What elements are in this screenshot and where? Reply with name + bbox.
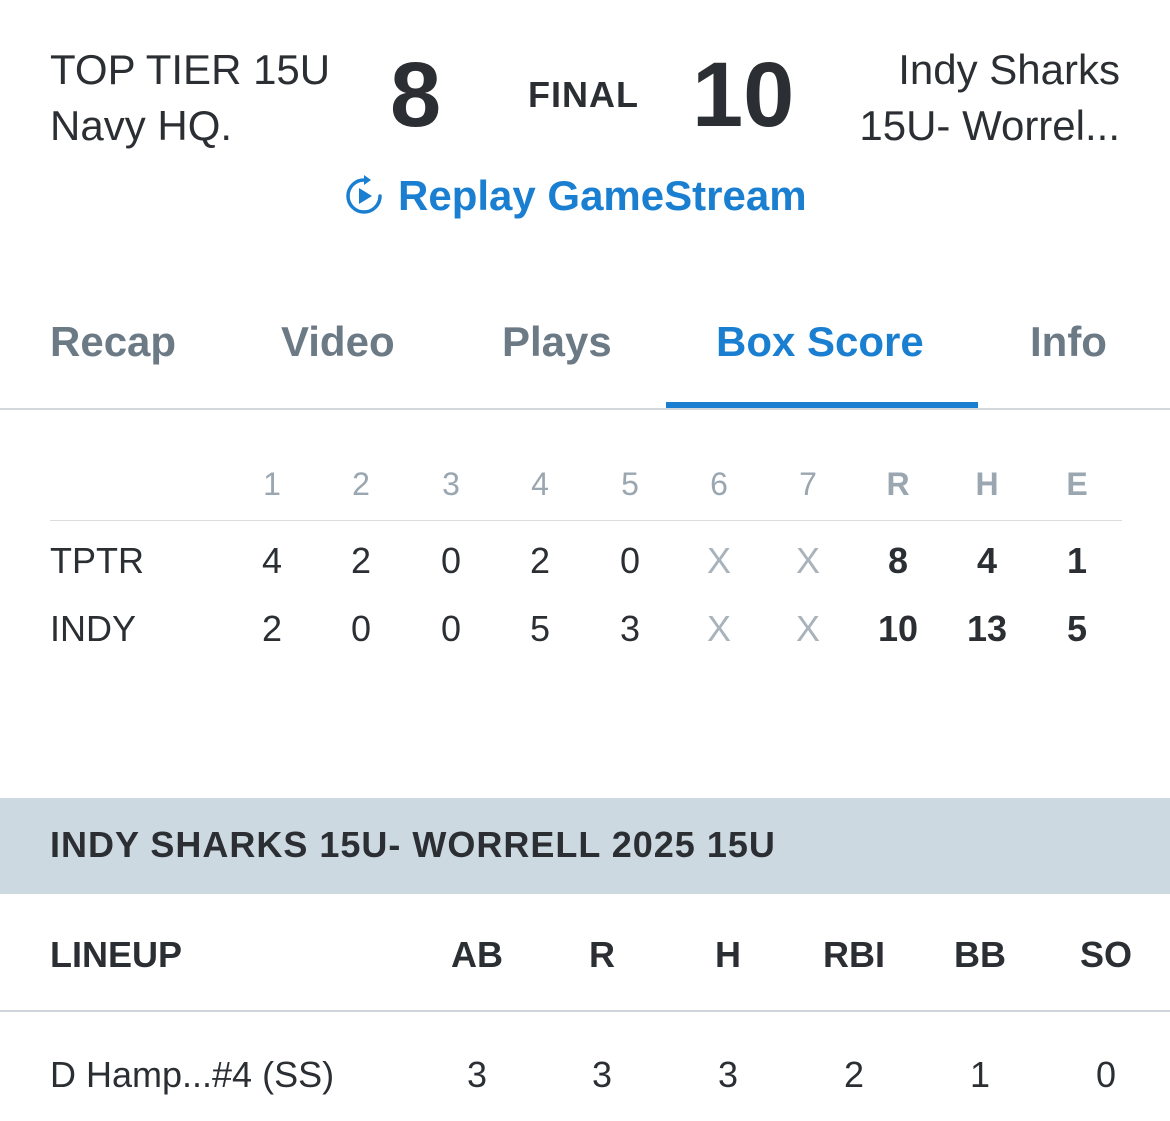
inning-score: 3 (619, 608, 641, 649)
tab-info[interactable]: Info (1030, 318, 1107, 406)
inning-score: 0 (440, 540, 462, 581)
errors-header: E (1066, 466, 1088, 502)
inning-score: X (706, 608, 731, 649)
stat-value: 3 (466, 1054, 488, 1095)
tab-recap[interactable]: Recap (50, 318, 176, 406)
errors-total: 1 (1066, 540, 1088, 581)
replay-gamestream-link[interactable]: Replay GameStream (342, 172, 807, 220)
lineup-column-header: LINEUP (50, 934, 183, 975)
inning-score: 2 (261, 608, 283, 649)
runs-total: 10 (877, 608, 919, 649)
inning-header: 5 (621, 466, 639, 502)
home-team-name-line2: 15U- Worrel... (859, 102, 1120, 149)
stat-value: 1 (969, 1054, 991, 1095)
linescore-row-home[interactable]: INDY 2 0 0 5 3 X X 10 13 5 (50, 592, 1122, 660)
home-team-name[interactable]: Indy Sharks 15U- Worrel... (859, 42, 1120, 154)
inning-score: 5 (529, 608, 551, 649)
inning-score: 2 (529, 540, 551, 581)
tab-video[interactable]: Video (281, 318, 395, 406)
inning-header: 7 (799, 466, 817, 502)
table-row[interactable]: D Hamp...#4 (SS) 3 3 3 2 1 0 (0, 1012, 1170, 1121)
inning-header: 2 (352, 466, 370, 502)
inning-score: X (706, 540, 731, 581)
team-abbr: INDY (50, 608, 137, 649)
inning-header: 4 (531, 466, 549, 502)
active-tab-indicator (666, 402, 978, 408)
inning-score: 0 (440, 608, 462, 649)
away-team-name-line2: Navy HQ. (50, 102, 233, 149)
linescore-header: 1 2 3 4 5 6 7 R H E (50, 450, 1122, 521)
stat-column-header: SO (1079, 934, 1132, 975)
hits-total: 4 (976, 540, 998, 581)
stat-value: 3 (717, 1054, 739, 1095)
replay-icon (346, 175, 382, 214)
stat-value: 3 (591, 1054, 613, 1095)
linescore-row-away[interactable]: TPTR 4 2 0 2 0 X X 8 4 1 (50, 524, 1122, 592)
stat-column-header: BB (954, 934, 1006, 975)
inning-score: 0 (619, 540, 641, 581)
tab-bar: Recap Video Plays Box Score Info (0, 300, 1170, 410)
tab-plays[interactable]: Plays (502, 318, 612, 406)
inning-score: X (795, 540, 820, 581)
runs-total: 8 (887, 540, 909, 581)
away-team-name[interactable]: TOP TIER 15U Navy HQ. (50, 42, 330, 154)
away-team-name-line1: TOP TIER 15U (50, 46, 331, 93)
stat-column-header: AB (451, 934, 503, 975)
game-header: TOP TIER 15U Navy HQ. 8 FINAL 10 Indy Sh… (0, 0, 1170, 260)
tab-box-score[interactable]: Box Score (716, 318, 924, 406)
inning-score: X (795, 608, 820, 649)
inning-header: 6 (710, 466, 728, 502)
inning-score: 4 (261, 540, 283, 581)
hits-total: 13 (966, 608, 1008, 649)
inning-header: 3 (442, 466, 460, 502)
home-score: 10 (692, 44, 795, 146)
batting-stats-header: LINEUP AB R H RBI BB SO (0, 896, 1170, 1012)
home-team-name-line1: Indy Sharks (898, 46, 1120, 93)
inning-score: 2 (350, 540, 372, 581)
stat-value: 2 (843, 1054, 865, 1095)
stat-column-header: RBI (823, 934, 885, 975)
hits-header: H (975, 466, 999, 502)
team-abbr: TPTR (50, 540, 144, 581)
replay-label: Replay GameStream (398, 172, 807, 219)
stat-column-header: H (715, 934, 741, 975)
team-section-title: INDY SHARKS 15U- WORRELL 2025 15U (50, 824, 776, 865)
inning-score: 0 (350, 608, 372, 649)
away-score: 8 (390, 44, 442, 146)
stat-value: 0 (1095, 1054, 1117, 1095)
player-name[interactable]: D Hamp...#4 (SS) (50, 1054, 334, 1096)
errors-total: 5 (1066, 608, 1088, 649)
inning-header: 1 (263, 466, 281, 502)
linescore-table: 1 2 3 4 5 6 7 R H E TPTR 4 2 0 2 0 X X 8… (50, 450, 1122, 660)
stat-column-header: R (589, 934, 615, 975)
game-status: FINAL (528, 74, 639, 115)
runs-header: R (886, 466, 910, 502)
team-section-header: INDY SHARKS 15U- WORRELL 2025 15U (0, 798, 1170, 894)
